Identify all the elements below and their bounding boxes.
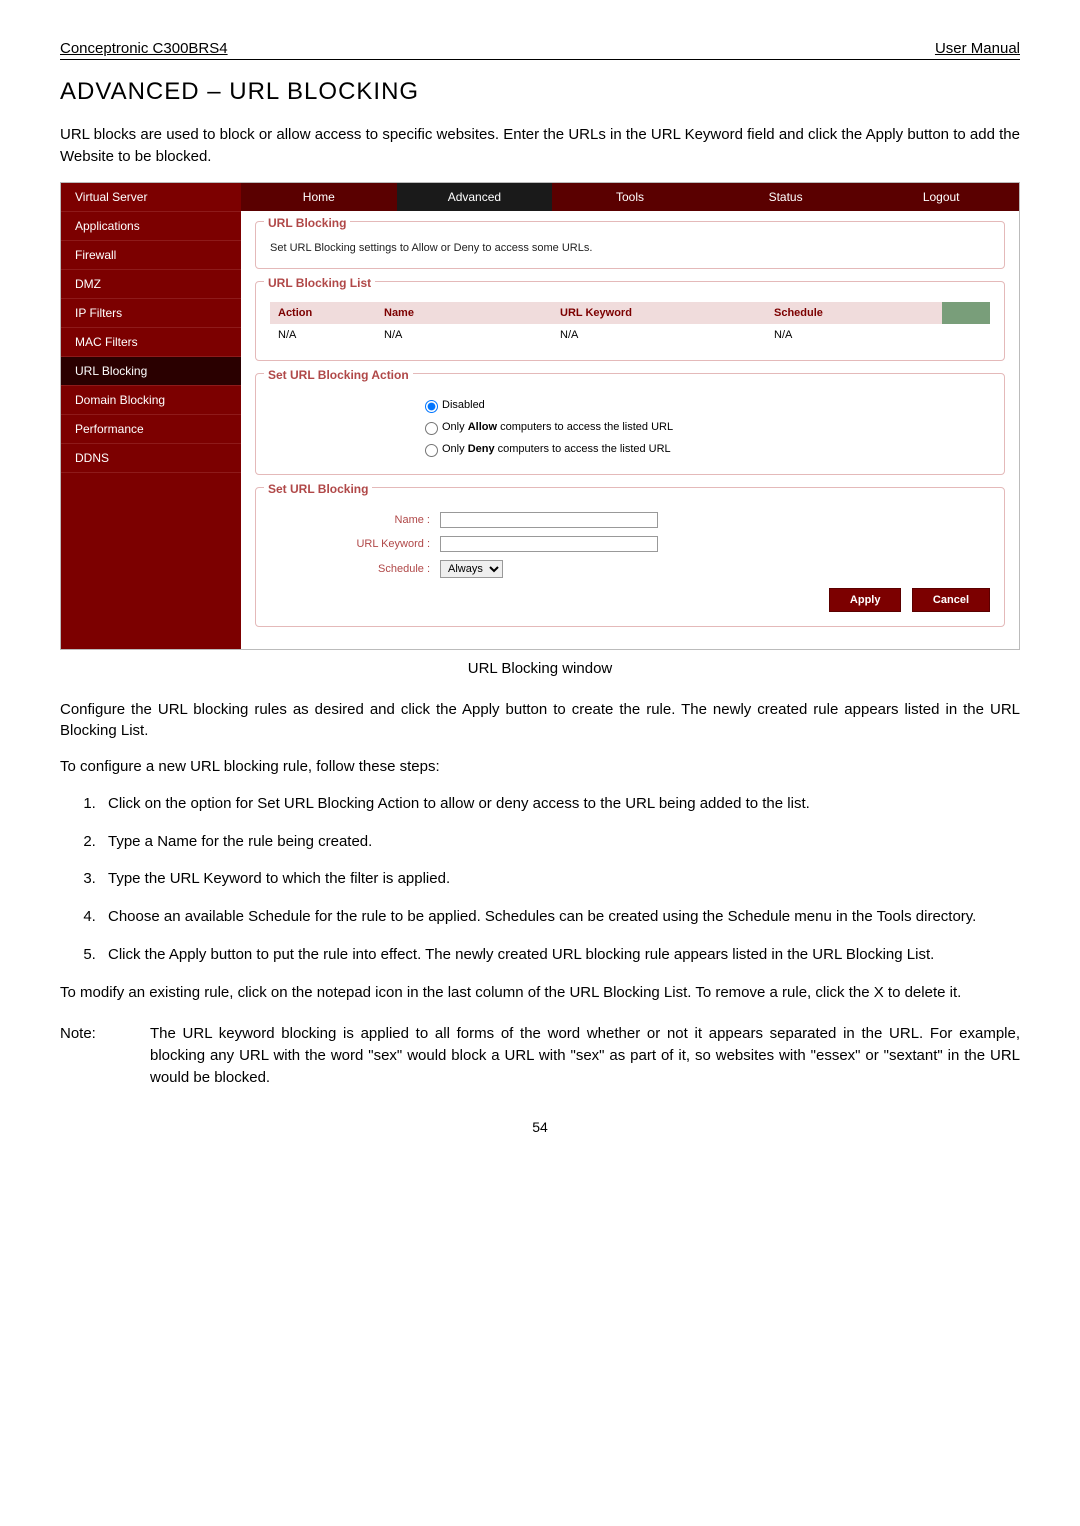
note-label: Note:	[60, 1023, 150, 1088]
col-schedule: Schedule	[766, 302, 942, 324]
sidebar-item-dmz[interactable]: DMZ	[61, 270, 241, 299]
note-block: Note: The URL keyword blocking is applie…	[60, 1023, 1020, 1088]
sidebar-item-ddns[interactable]: DDNS	[61, 444, 241, 473]
radio-only-deny[interactable]	[425, 444, 438, 457]
step-2: Type a Name for the rule being created.	[100, 831, 1020, 853]
label-schedule: Schedule :	[270, 563, 440, 575]
input-url-keyword[interactable]	[440, 536, 658, 552]
step-1: Click on the option for Set URL Blocking…	[100, 793, 1020, 815]
steps-list: Click on the option for Set URL Blocking…	[60, 793, 1020, 966]
fieldset-url-blocking-list: URL Blocking List Action Name URL Keywor…	[255, 281, 1005, 361]
cell-action: N/A	[270, 324, 376, 346]
col-url-keyword: URL Keyword	[552, 302, 766, 324]
radio-row-disabled: Disabled	[270, 394, 990, 416]
sidebar-item-mac-filters[interactable]: MAC Filters	[61, 328, 241, 357]
step-4: Choose an available Schedule for the rul…	[100, 906, 1020, 928]
col-name: Name	[376, 302, 552, 324]
paragraph-modify: To modify an existing rule, click on the…	[60, 982, 1020, 1004]
table-row: N/A N/A N/A N/A	[270, 324, 990, 346]
radio-row-deny: Only Deny computers to access the listed…	[270, 438, 990, 460]
cell-schedule: N/A	[766, 324, 942, 346]
tab-bar: Home Advanced Tools Status Logout	[241, 183, 1019, 211]
sidebar-item-url-blocking[interactable]: URL Blocking	[61, 357, 241, 386]
note-text: The URL keyword blocking is applied to a…	[150, 1023, 1020, 1088]
step-5: Click the Apply button to put the rule i…	[100, 944, 1020, 966]
doc-title-left: Conceptronic C300BRS4	[60, 40, 228, 57]
figure-caption: URL Blocking window	[60, 660, 1020, 677]
tab-logout[interactable]: Logout	[863, 183, 1019, 211]
step-3: Type the URL Keyword to which the filter…	[100, 868, 1020, 890]
cell-name: N/A	[376, 324, 552, 346]
input-name[interactable]	[440, 512, 658, 528]
tab-advanced[interactable]: Advanced	[397, 183, 553, 211]
label-name: Name :	[270, 514, 440, 526]
url-blocking-desc: Set URL Blocking settings to Allow or De…	[270, 242, 990, 254]
radio-allow-label: Only Allow computers to access the liste…	[442, 420, 673, 432]
radio-only-allow[interactable]	[425, 422, 438, 435]
cell-url: N/A	[552, 324, 766, 346]
tab-home[interactable]: Home	[241, 183, 397, 211]
legend-url-blocking: URL Blocking	[264, 216, 350, 230]
radio-row-allow: Only Allow computers to access the liste…	[270, 416, 990, 438]
fieldset-url-blocking: URL Blocking Set URL Blocking settings t…	[255, 221, 1005, 269]
page-number: 54	[60, 1119, 1020, 1135]
doc-title-right: User Manual	[935, 40, 1020, 57]
select-schedule[interactable]: Always	[440, 560, 503, 578]
sidebar-item-virtual-server[interactable]: Virtual Server	[61, 183, 241, 212]
fieldset-set-url-blocking: Set URL Blocking Name : URL Keyword : Sc…	[255, 487, 1005, 627]
sidebar: Virtual Server Applications Firewall DMZ…	[61, 183, 241, 649]
sidebar-item-applications[interactable]: Applications	[61, 212, 241, 241]
legend-set-blocking: Set URL Blocking	[264, 482, 372, 496]
sidebar-item-performance[interactable]: Performance	[61, 415, 241, 444]
legend-list: URL Blocking List	[264, 276, 375, 290]
sidebar-item-domain-blocking[interactable]: Domain Blocking	[61, 386, 241, 415]
tab-status[interactable]: Status	[708, 183, 864, 211]
col-action: Action	[270, 302, 376, 324]
radio-disabled[interactable]	[425, 400, 438, 413]
tab-tools[interactable]: Tools	[552, 183, 708, 211]
col-edit	[942, 302, 990, 324]
cancel-button[interactable]: Cancel	[912, 588, 990, 612]
url-blocking-table: Action Name URL Keyword Schedule N/A N/A…	[270, 302, 990, 346]
radio-disabled-label: Disabled	[442, 398, 485, 410]
apply-button[interactable]: Apply	[829, 588, 902, 612]
paragraph-configure: Configure the URL blocking rules as desi…	[60, 699, 1020, 743]
page-title: ADVANCED – URL BLOCKING	[60, 78, 1020, 106]
paragraph-steps-intro: To configure a new URL blocking rule, fo…	[60, 756, 1020, 778]
radio-deny-label: Only Deny computers to access the listed…	[442, 442, 671, 454]
fieldset-set-url-blocking-action: Set URL Blocking Action Disabled Only Al…	[255, 373, 1005, 475]
router-ui-screenshot: Virtual Server Applications Firewall DMZ…	[60, 182, 1020, 650]
cell-edit	[942, 324, 990, 346]
sidebar-item-firewall[interactable]: Firewall	[61, 241, 241, 270]
label-url-keyword: URL Keyword :	[270, 538, 440, 550]
sidebar-item-ip-filters[interactable]: IP Filters	[61, 299, 241, 328]
intro-paragraph: URL blocks are used to block or allow ac…	[60, 124, 1020, 168]
legend-set-action: Set URL Blocking Action	[264, 368, 413, 382]
